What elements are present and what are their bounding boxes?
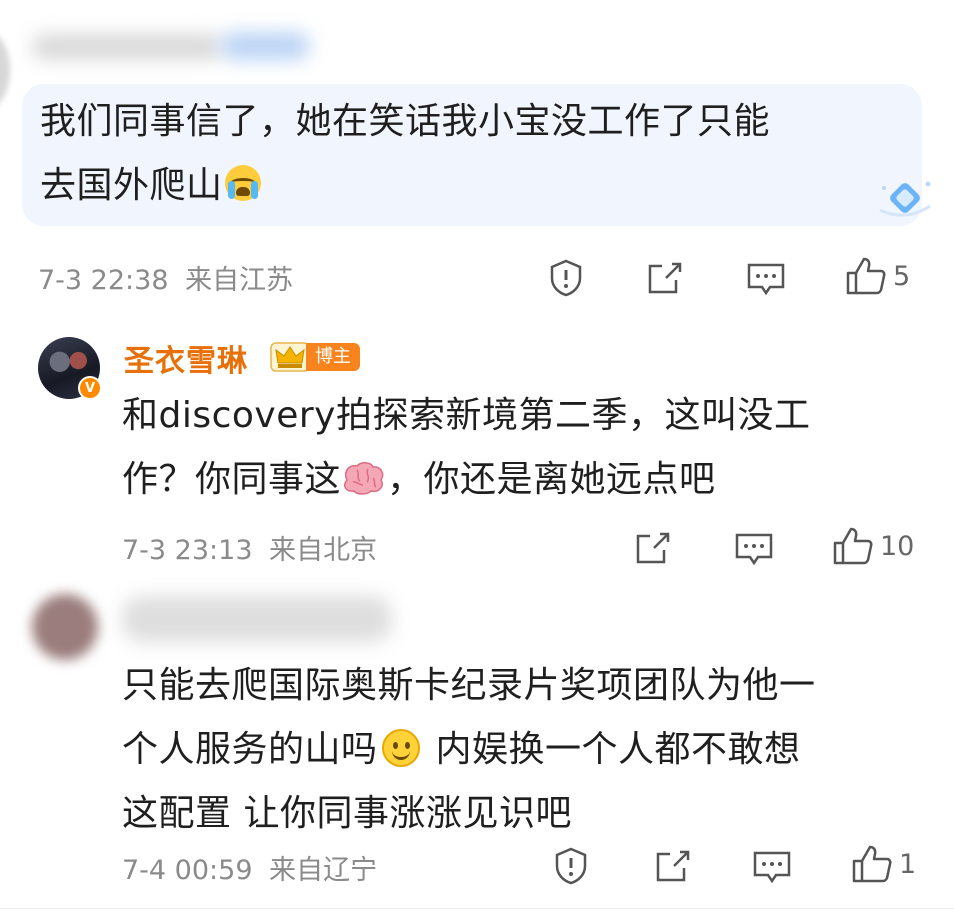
reply-button-1[interactable] [746,262,786,296]
share-button-1[interactable] [646,260,684,296]
report-button-1[interactable] [548,258,584,298]
comment-3-meta: 7-4 00:59 来自辽宁 [122,855,378,886]
share-icon [636,532,670,564]
comment-2-meta: 7-3 23:13 来自北京 [122,535,378,566]
share-button-3[interactable] [654,848,692,884]
username-comment-1-blurred[interactable] [32,34,222,60]
reply-button-2[interactable] [734,532,774,566]
username-comment-1-blurred-tag [220,32,310,60]
comment-3-text: 只能去爬国际奥斯卡纪录片奖项团队为他一 个人服务的山吗 内娱换一个人都不敢想 这… [122,665,816,834]
crown-fan-level-icon [270,342,310,372]
comment-1-text: 我们同事信了，她在笑话我小宝没工作了只能 去国外爬山 [40,101,771,206]
reply-button-3[interactable] [752,850,792,884]
thumbs-up-icon [846,257,886,295]
like-button-2[interactable]: 10 [832,526,914,566]
comment-icon [747,263,785,296]
verified-badge-icon: V [78,376,102,400]
report-button-3[interactable] [553,846,589,886]
username-comment-3-blurred[interactable] [122,596,392,642]
report-icon [550,259,582,297]
like-button-3[interactable]: 1 [851,844,916,884]
blogger-badge: 博主 [306,343,360,371]
share-icon [656,850,690,882]
report-icon [555,847,587,885]
comment-2-text: 和discovery拍探索新境第二季，这叫没工 作？你同事这 ，你还是离她远点吧 [122,395,811,500]
comment-icon [735,533,773,566]
comment-icon [753,851,791,884]
diamond-fan-badge-icon [879,181,931,217]
smile-emoji-icon [381,729,420,767]
avatar-comment-3[interactable] [32,594,98,660]
thumbs-up-icon [833,527,873,565]
thumbs-up-icon [852,845,892,883]
share-button-2[interactable] [634,530,672,566]
comment-1-meta: 7-3 22:38 来自江苏 [38,265,294,296]
like-button-1[interactable]: 5 [845,256,910,296]
username-comment-2[interactable]: 圣衣雪琳 [124,336,248,380]
crying-face-emoji-icon [224,165,261,201]
brain-emoji-icon [344,462,384,495]
avatar-comment-1[interactable] [0,30,10,110]
share-icon [648,262,682,294]
divider [0,908,954,909]
